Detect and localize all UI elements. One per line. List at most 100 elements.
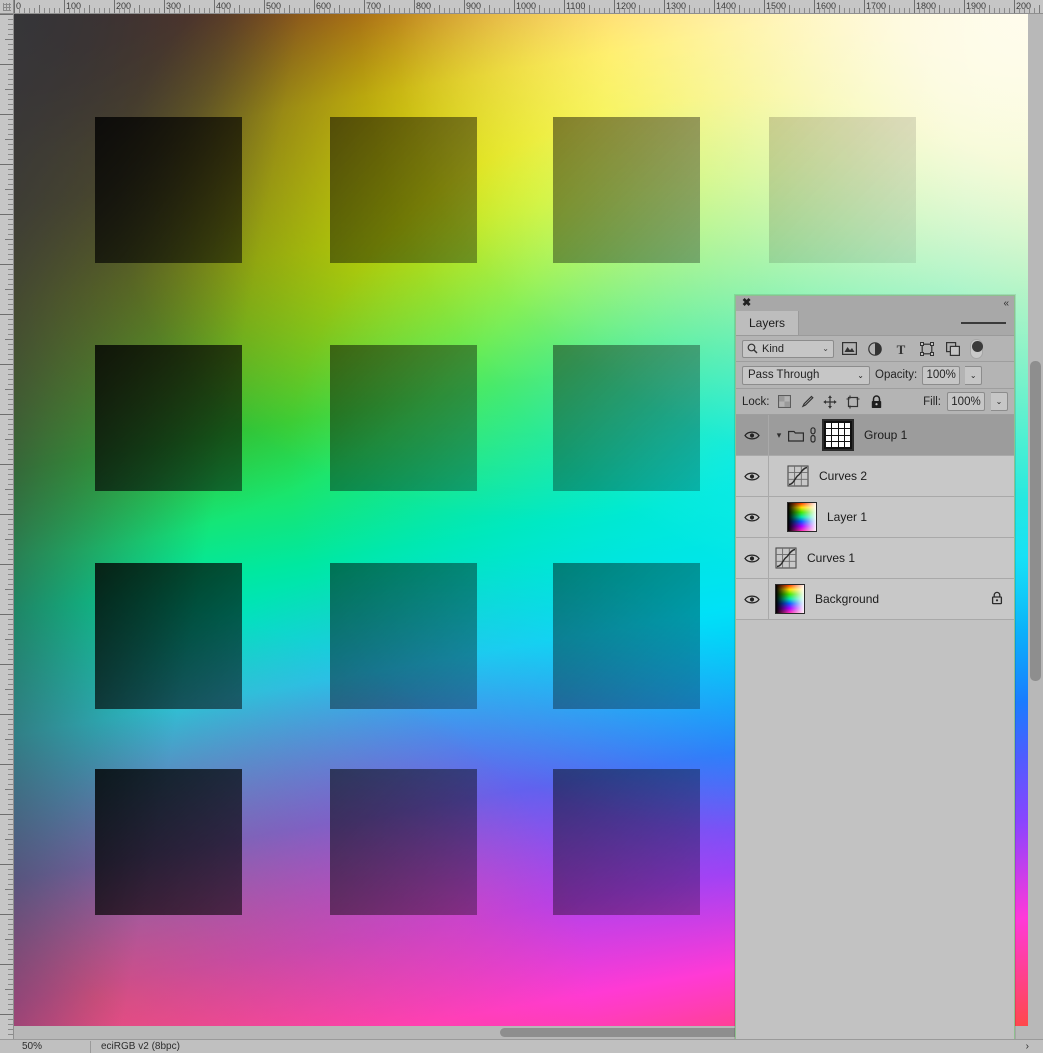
fill-input[interactable]: 100% [947, 392, 985, 411]
table-row[interactable]: Curves 1 [736, 538, 1014, 579]
table-row[interactable]: Background [736, 579, 1014, 620]
layer-row-body[interactable]: Curves 1 [769, 538, 1014, 578]
blend-mode-row: Pass Through ⌄ Opacity: 100% ⌄ [736, 362, 1014, 389]
ruler-major-tick [0, 14, 13, 15]
blend-mode-value: Pass Through [748, 369, 820, 381]
ruler-minor-tick [39, 5, 40, 13]
layer-mask-thumbnail[interactable] [822, 419, 854, 451]
ruler-major-tick [0, 614, 13, 615]
swatch-r4c1 [95, 769, 242, 915]
zoom-level[interactable]: 50% [0, 1041, 90, 1052]
ruler-minor-tick [5, 939, 13, 940]
opacity-stepper[interactable]: ⌄ [965, 365, 983, 385]
ruler-major-tick [0, 414, 13, 415]
collapse-panel-icon[interactable]: « [1003, 298, 1008, 309]
status-expand-arrow[interactable]: › [1026, 1041, 1043, 1052]
layer-name[interactable]: Background [815, 592, 879, 606]
layer-visibility-toggle[interactable] [736, 456, 769, 496]
ruler-minor-tick [489, 5, 490, 13]
swatch-r2c1 [95, 345, 242, 491]
layer-name[interactable]: Layer 1 [827, 510, 867, 524]
table-row[interactable]: Layer 1 [736, 497, 1014, 538]
vertical-scrollbar-thumb[interactable] [1030, 361, 1041, 681]
ruler-minor-tick [5, 639, 13, 640]
smart-object-icon[interactable] [942, 339, 964, 359]
lock-position-icon[interactable] [822, 393, 839, 411]
ruler-major-tick [0, 864, 13, 865]
tab-layers[interactable]: Layers [736, 311, 800, 335]
lock-transparency-icon[interactable] [776, 393, 793, 411]
ruler-minor-tick [5, 289, 13, 290]
blend-mode-select[interactable]: Pass Through ⌄ [742, 365, 870, 385]
opacity-label: Opacity: [875, 369, 918, 381]
lock-pixels-icon[interactable] [799, 393, 816, 411]
layer-visibility-toggle[interactable] [736, 497, 769, 537]
ruler-major-tick [0, 114, 13, 115]
horizontal-ruler[interactable]: 0 100 200 300 400 500 600 700 800 900 1000 1100 1200… [14, 0, 1043, 14]
layer-filter-row: Kind ⌄ T [736, 336, 1014, 362]
ruler-label: 1700 [866, 1, 887, 11]
eye-icon [744, 513, 760, 521]
table-row[interactable]: Curves 2 [736, 456, 1014, 497]
layers-list[interactable]: ▾ Group 1 Curves 2 Layer 1 Curves 1 Back… [736, 415, 1014, 1049]
swatch-r4c2 [330, 769, 477, 915]
ruler-minor-tick [89, 5, 90, 13]
filter-enable-toggle[interactable] [970, 338, 983, 359]
ruler-minor-tick [5, 339, 13, 340]
layer-thumbnail[interactable] [775, 584, 805, 614]
layer-row-body[interactable]: Curves 2 [769, 456, 1014, 496]
layer-name[interactable]: Group 1 [864, 428, 907, 442]
layer-visibility-toggle[interactable] [736, 415, 769, 455]
ruler-origin-box[interactable] [0, 0, 14, 14]
ruler-minor-tick [639, 5, 640, 13]
layer-row-body[interactable]: Layer 1 [769, 497, 1014, 537]
ruler-label: 1400 [716, 1, 737, 11]
lock-artboard-icon[interactable] [845, 393, 862, 411]
layer-name[interactable]: Curves 2 [819, 469, 867, 483]
vertical-scrollbar[interactable] [1028, 14, 1043, 1039]
layer-name[interactable]: Curves 1 [807, 551, 855, 565]
link-mask-icon[interactable] [808, 427, 818, 443]
curves-adjustment-icon[interactable] [787, 465, 809, 487]
layers-panel: ✖ « Layers Kind ⌄ T Pass Through ⌄ Opaci… [735, 295, 1015, 1050]
ruler-label: 1000 [516, 1, 537, 11]
ruler-minor-tick [689, 5, 690, 13]
filter-kind-label: Kind [762, 342, 785, 355]
type-layer-icon[interactable]: T [890, 339, 912, 359]
ruler-minor-tick [389, 5, 390, 13]
chevron-down-icon[interactable]: ▾ [774, 430, 784, 441]
swatch-r3c3 [553, 563, 700, 709]
adjustment-layer-icon[interactable] [864, 339, 886, 359]
ruler-minor-tick [789, 5, 790, 13]
ruler-label: 1200 [616, 1, 637, 11]
ruler-major-tick [0, 1014, 13, 1015]
layer-row-body[interactable]: ▾ Group 1 [769, 415, 1014, 455]
curves-adjustment-icon[interactable] [775, 547, 797, 569]
filter-kind-select[interactable]: Kind ⌄ [742, 339, 834, 358]
tabstrip-empty [799, 311, 953, 335]
ruler-minor-tick [839, 5, 840, 13]
close-icon[interactable]: ✖ [742, 298, 751, 309]
ruler-minor-tick [5, 439, 13, 440]
ruler-minor-tick [589, 5, 590, 13]
table-row[interactable]: ▾ Group 1 [736, 415, 1014, 456]
lock-all-icon[interactable] [868, 393, 885, 411]
ruler-minor-tick [139, 5, 140, 13]
panel-menu-icon[interactable] [953, 311, 1014, 335]
shape-layer-icon[interactable] [916, 339, 938, 359]
layer-visibility-toggle[interactable] [736, 579, 769, 619]
ruler-major-tick [0, 264, 13, 265]
layer-visibility-toggle[interactable] [736, 538, 769, 578]
ruler-major-tick [0, 764, 13, 765]
ruler-minor-tick [5, 389, 13, 390]
layer-row-body[interactable]: Background [769, 579, 1014, 619]
layer-thumbnail[interactable] [787, 502, 817, 532]
opacity-input[interactable]: 100% [922, 365, 961, 385]
ruler-minor-tick [339, 5, 340, 13]
ruler-minor-tick [5, 539, 13, 540]
fill-stepper[interactable]: ⌄ [991, 392, 1008, 411]
vertical-ruler[interactable] [0, 14, 14, 1053]
color-profile-status[interactable]: eciRGB v2 (8bpc) [91, 1041, 1026, 1052]
ruler-major-tick [0, 564, 13, 565]
pixel-layer-icon[interactable] [838, 339, 860, 359]
